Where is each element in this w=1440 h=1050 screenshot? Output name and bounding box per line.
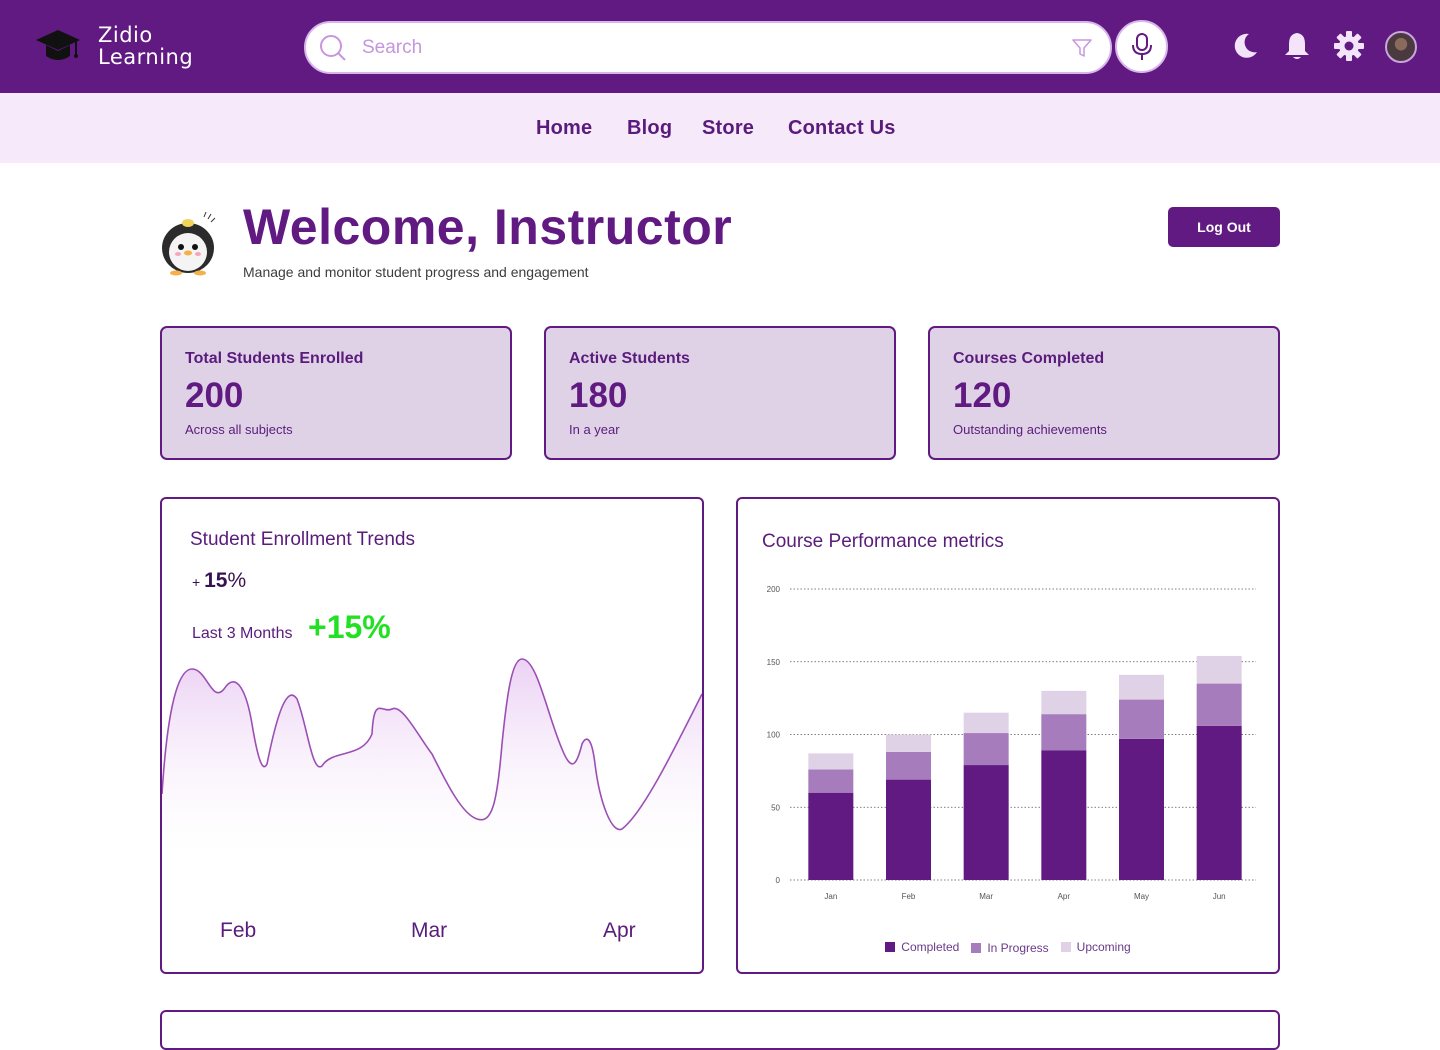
month-label: Apr [603, 919, 636, 942]
growth-summary: + 15% [192, 569, 246, 593]
legend-swatch [1060, 942, 1071, 952]
bar-segment [1119, 738, 1164, 880]
bar-segment [808, 792, 854, 880]
x-tick-label: May [1134, 892, 1149, 901]
bar-segment [1196, 655, 1242, 684]
panel-title: Student Enrollment Trends [190, 529, 415, 550]
stat-label: Courses Completed [953, 350, 1105, 367]
growth-percent-sign: % [227, 569, 247, 592]
page-title: Welcome, Instructor [243, 199, 733, 255]
penguin-mascot-icon [162, 211, 216, 276]
course-performance-panel: Course Performance metrics 0 50 100 150 200 J… [736, 497, 1280, 974]
notification-bell-icon[interactable] [1281, 30, 1313, 62]
filter-icon[interactable] [1070, 36, 1094, 60]
stat-value: 180 [569, 376, 628, 415]
nav-store[interactable]: Store [702, 117, 754, 140]
growth-highlight: +15% [308, 609, 391, 645]
stat-card-courses-completed: Courses Completed 120 Outstanding achiev… [928, 326, 1280, 460]
x-tick-label: Mar [979, 892, 993, 901]
legend-item-upcoming: Upcoming [1060, 939, 1131, 955]
stat-card-total-students: Total Students Enrolled 200 Across all s… [160, 326, 512, 460]
panel-title: Course Performance metrics [762, 531, 1004, 552]
brand-name: Zidio Learning [98, 24, 238, 68]
stat-label: Active Students [569, 350, 690, 367]
bottom-panel [160, 1010, 1280, 1050]
enrollment-area-chart [162, 658, 702, 854]
nav-blog[interactable]: Blog [627, 117, 672, 140]
bar-segment [886, 751, 931, 780]
nav-contact-us[interactable]: Contact Us [788, 117, 896, 140]
growth-prefix: + [192, 574, 205, 590]
brand-line-2: Learning [98, 45, 194, 69]
enrollment-trends-panel: Student Enrollment Trends + 15% Last 3 M… [160, 497, 704, 974]
bar-segment [808, 753, 854, 770]
bar-segment [886, 734, 931, 752]
bar-segment [1041, 690, 1087, 715]
main-nav: Home Blog Store Contact Us [0, 93, 1440, 163]
nav-home[interactable]: Home [536, 117, 592, 140]
bar-segment [886, 779, 931, 880]
y-tick-label: 0 [776, 876, 781, 885]
user-avatar[interactable] [1385, 31, 1417, 63]
voice-search-button[interactable] [1115, 20, 1168, 73]
growth-number: 15 [204, 569, 228, 592]
bar-segment [1041, 750, 1087, 880]
top-bar: Zidio Learning [0, 0, 1440, 93]
page-subtitle: Manage and monitor student progress and … [243, 264, 589, 280]
stat-note: Outstanding achievements [953, 422, 1107, 437]
month-label: Feb [220, 919, 257, 942]
month-label: Mar [411, 919, 448, 942]
x-tick-label: Jun [1213, 892, 1226, 901]
search-input[interactable] [362, 35, 1042, 61]
bar-segment [1041, 714, 1087, 751]
period-label: Last 3 Months [192, 625, 293, 642]
bar-segment [963, 712, 1009, 734]
x-tick-label: Apr [1058, 892, 1071, 901]
stat-note: Across all subjects [185, 422, 293, 437]
settings-gear-icon[interactable] [1333, 30, 1365, 62]
search-icon[interactable] [318, 33, 348, 63]
stat-value: 200 [185, 376, 244, 415]
legend-label: In Progress [987, 941, 1049, 955]
y-tick-label: 50 [771, 803, 780, 812]
course-performance-bar-chart: 0 50 100 150 200 Jan Feb Mar Apr May Jun [767, 585, 1256, 901]
y-tick-label: 200 [767, 585, 781, 594]
bar-segment [963, 765, 1009, 880]
legend-item-in-progress: In Progress [971, 941, 1049, 955]
microphone-icon [1132, 33, 1152, 60]
logout-button[interactable]: Log Out [1168, 207, 1280, 247]
x-tick-label: Feb [902, 892, 916, 901]
brand-line-1: Zidio [98, 23, 153, 47]
stat-note: In a year [569, 422, 620, 437]
y-tick-label: 100 [767, 731, 781, 740]
legend-label: Completed [901, 940, 960, 954]
x-tick-label: Jan [824, 892, 837, 901]
bar-segment [1196, 683, 1242, 726]
bar-segment [1119, 674, 1164, 700]
legend-swatch [971, 943, 982, 953]
stat-card-active-students: Active Students 180 In a year [544, 326, 896, 460]
legend-item-completed: Completed [885, 939, 959, 955]
bar-segment [963, 733, 1009, 766]
bar-segment [1196, 725, 1242, 880]
bar-segment [808, 769, 854, 793]
bar-segment [1119, 699, 1164, 739]
stat-value: 120 [953, 376, 1012, 415]
search-bar [304, 21, 1112, 74]
stat-label: Total Students Enrolled [185, 350, 364, 367]
y-tick-label: 150 [767, 658, 781, 667]
dark-mode-moon-icon[interactable] [1229, 30, 1261, 62]
area-fill [162, 659, 702, 854]
graduation-cap-icon [36, 30, 80, 60]
chart-legend: Completed In Progress Upcoming [738, 939, 1278, 955]
legend-swatch [885, 942, 896, 952]
legend-label: Upcoming [1076, 940, 1131, 954]
